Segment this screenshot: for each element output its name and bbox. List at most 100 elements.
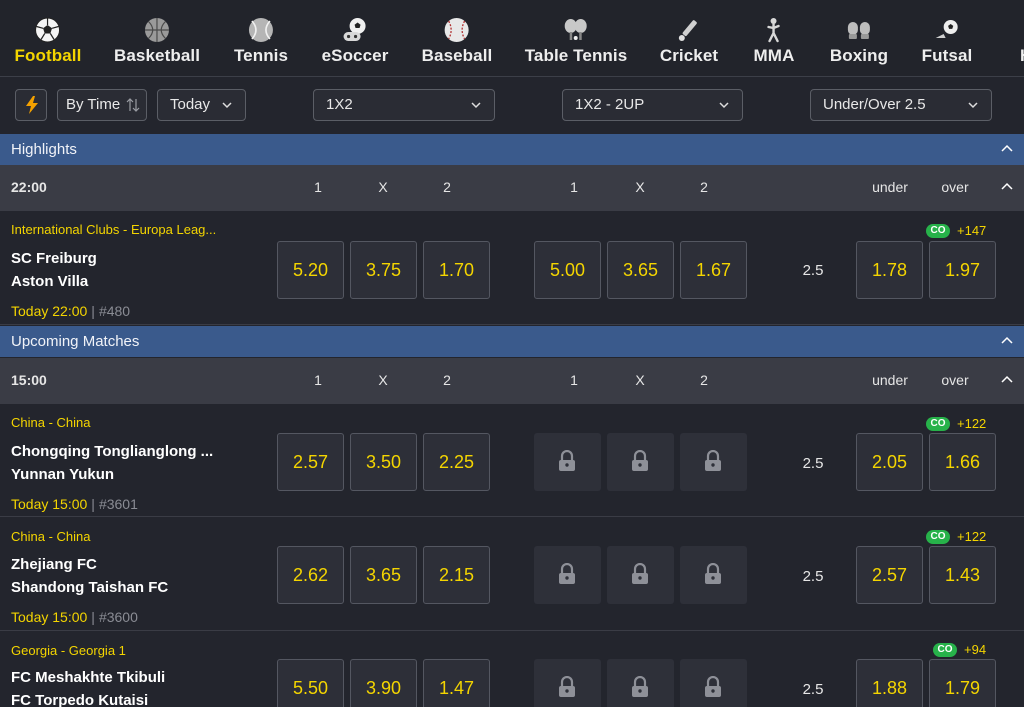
lock-icon: [559, 676, 575, 697]
upcoming-header[interactable]: Upcoming Matches: [0, 326, 1024, 357]
match-time: Today 15:00: [11, 496, 88, 512]
sport-tab-futsal[interactable]: Futsal: [922, 0, 973, 76]
sport-label: Basketball: [113, 46, 201, 65]
lock-icon: [632, 450, 648, 471]
match-meta: Today 15:00 | #3601: [11, 496, 138, 512]
sport-tab-football[interactable]: Football: [15, 0, 82, 76]
match-row[interactable]: China - China Zhejiang FC Shandong Taish…: [0, 518, 1024, 631]
match-time: Today 22:00: [11, 303, 88, 319]
sport-tab-table-tennis[interactable]: Table Tennis: [525, 0, 628, 76]
total-line: 2.5: [802, 262, 824, 279]
column-header-row: 22:00 1 X 2 1 X 2 under over: [0, 165, 1024, 211]
odd-button-over[interactable]: 1.43: [929, 546, 996, 604]
live-toggle-button[interactable]: [15, 89, 47, 121]
odd-button-1x2-home[interactable]: 5.50: [277, 659, 344, 707]
odd-button-1x2-home[interactable]: 5.20: [277, 241, 344, 299]
odd-button-1x2-draw[interactable]: 3.65: [350, 546, 417, 604]
section-title: Highlights: [11, 141, 77, 158]
league-name: China - China: [11, 529, 91, 544]
more-markets-link[interactable]: +147: [957, 223, 986, 238]
group-time: 22:00: [11, 179, 47, 195]
total-line: 2.5: [802, 681, 824, 698]
sport-tab-tennis[interactable]: Tennis: [233, 0, 289, 76]
day-select[interactable]: Today: [157, 89, 246, 121]
chevron-down-icon: [471, 102, 481, 109]
sport-tab-basketball[interactable]: Basketball: [113, 0, 201, 76]
col-2: 2: [443, 179, 451, 195]
odd-button-2up-home[interactable]: 5.00: [534, 241, 601, 299]
col-under: under: [872, 372, 908, 388]
odd-button-1x2-draw[interactable]: 3.50: [350, 433, 417, 491]
odd-button-1x2-away[interactable]: 1.70: [423, 241, 490, 299]
odd-button-1x2-home[interactable]: 2.57: [277, 433, 344, 491]
chevron-up-icon[interactable]: [1001, 182, 1013, 192]
market-select-2up[interactable]: 1X2 - 2UP: [562, 89, 743, 121]
futsal-icon: [935, 20, 958, 38]
match-row[interactable]: China - China Chongqing Tonglianglong ..…: [0, 404, 1024, 517]
esoccer-icon: [343, 18, 366, 41]
home-team: SC Freiburg: [11, 250, 97, 267]
odd-button-1x2-home[interactable]: 2.62: [277, 546, 344, 604]
away-team: FC Torpedo Kutaisi: [11, 692, 149, 707]
odd-button-over[interactable]: 1.66: [929, 433, 996, 491]
locked-odd-2up-away: [680, 433, 747, 491]
market-select-under-over[interactable]: Under/Over 2.5: [810, 89, 992, 121]
odd-button-2up-draw[interactable]: 3.65: [607, 241, 674, 299]
sport-tab-esoccer[interactable]: eSoccer: [321, 0, 389, 76]
table-tennis-icon: [565, 19, 587, 40]
cash-out-badge: CO: [926, 224, 950, 238]
more-markets-link[interactable]: +122: [957, 529, 986, 544]
odd-button-1x2-away[interactable]: 2.15: [423, 546, 490, 604]
locked-odd-2up-away: [680, 659, 747, 707]
sports-nav: Football Basketball Tennis eSoccer Baseb…: [0, 0, 1024, 77]
more-markets-link[interactable]: +122: [957, 416, 986, 431]
col-x: X: [635, 372, 645, 388]
locked-odd-2up-home: [534, 546, 601, 604]
match-row[interactable]: International Clubs - Europa Leag... SC …: [0, 211, 1024, 325]
col-over: over: [941, 372, 969, 388]
sport-tab-mma[interactable]: MMA: [753, 0, 795, 76]
section-title: Upcoming Matches: [11, 333, 140, 350]
chevron-up-icon: [1001, 336, 1013, 344]
odd-button-under[interactable]: 1.78: [856, 241, 923, 299]
odd-button-1x2-draw[interactable]: 3.75: [350, 241, 417, 299]
more-markets-link[interactable]: +94: [964, 642, 986, 657]
odd-button-1x2-away[interactable]: 2.25: [423, 433, 490, 491]
match-id: #3601: [98, 496, 138, 512]
sport-label: Ha: [1020, 46, 1024, 66]
chevron-up-icon: [1001, 144, 1013, 152]
odd-button-under[interactable]: 2.57: [856, 546, 923, 604]
col-2: 2: [700, 179, 708, 195]
home-team: FC Meshakhte Tkibuli: [11, 669, 166, 686]
lock-icon: [632, 563, 648, 584]
sport-label: Baseball: [421, 46, 493, 65]
sport-label: Cricket: [659, 46, 719, 65]
cricket-icon: [679, 20, 697, 41]
highlights-header[interactable]: Highlights: [0, 134, 1024, 165]
sport-tab-handball[interactable]: Ha: [1020, 0, 1024, 76]
sport-tab-cricket[interactable]: Cricket: [659, 0, 719, 76]
col-1: 1: [314, 179, 322, 195]
sort-select[interactable]: By Time: [57, 89, 147, 121]
basketball-icon: [144, 18, 169, 42]
cash-out-badge: CO: [933, 643, 957, 657]
market-select-1x2[interactable]: 1X2: [313, 89, 495, 121]
odd-button-1x2-away[interactable]: 1.47: [423, 659, 490, 707]
locked-odd-2up-draw: [607, 659, 674, 707]
sport-tab-boxing[interactable]: Boxing: [830, 0, 888, 76]
sport-label: eSoccer: [321, 46, 389, 65]
column-header-row: 15:00 1 X 2 1 X 2 under over: [0, 358, 1024, 404]
odd-button-under[interactable]: 2.05: [856, 433, 923, 491]
chevron-up-icon[interactable]: [1001, 375, 1013, 385]
odd-button-2up-away[interactable]: 1.67: [680, 241, 747, 299]
sport-tab-baseball[interactable]: Baseball: [421, 0, 493, 76]
odd-button-under[interactable]: 1.88: [856, 659, 923, 707]
odd-button-1x2-draw[interactable]: 3.90: [350, 659, 417, 707]
match-row[interactable]: Georgia - Georgia 1 FC Meshakhte Tkibuli…: [0, 632, 1024, 707]
sport-label: MMA: [753, 46, 795, 65]
sport-label: Tennis: [233, 46, 289, 65]
col-over: over: [941, 179, 969, 195]
baseball-icon: [444, 18, 469, 42]
odd-button-over[interactable]: 1.97: [929, 241, 996, 299]
odd-button-over[interactable]: 1.79: [929, 659, 996, 707]
